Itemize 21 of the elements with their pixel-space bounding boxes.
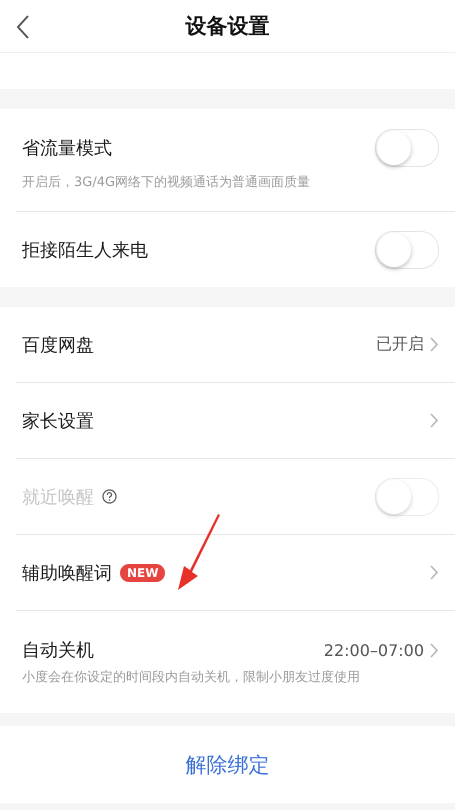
chevron-icon bbox=[430, 413, 439, 428]
toggle-switch[interactable] bbox=[375, 129, 439, 167]
chevron-icon bbox=[430, 337, 439, 352]
new-badge: NEW bbox=[120, 564, 166, 582]
setting-label: 拒接陌生人来电 bbox=[22, 238, 148, 262]
back-icon[interactable] bbox=[16, 15, 30, 39]
setting-label: 自动关机 bbox=[22, 639, 94, 662]
setting-label: 省流量模式 bbox=[22, 137, 112, 160]
setting-value: 已开启 bbox=[376, 334, 424, 355]
setting-description: 开启后，3G/4G网络下的视频通话为普通画面质量 bbox=[22, 174, 312, 191]
page-title: 设备设置 bbox=[186, 13, 270, 40]
toggle-switch[interactable] bbox=[375, 230, 439, 268]
setting-label: 家长设置 bbox=[22, 410, 94, 432]
unbind-button[interactable]: 解除绑定 bbox=[0, 726, 455, 803]
setting-label: 就近唤醒 bbox=[22, 486, 94, 508]
chevron-icon bbox=[430, 565, 439, 580]
chevron-icon bbox=[430, 642, 439, 658]
setting-label: 辅助唤醒词 bbox=[22, 562, 112, 584]
setting-description: 小度会在你设定的时间段内自动关机，限制小朋友过度使用 bbox=[22, 669, 361, 686]
setting-value: 22:00–07:00 bbox=[324, 640, 424, 660]
setting-label: 百度网盘 bbox=[22, 334, 94, 356]
